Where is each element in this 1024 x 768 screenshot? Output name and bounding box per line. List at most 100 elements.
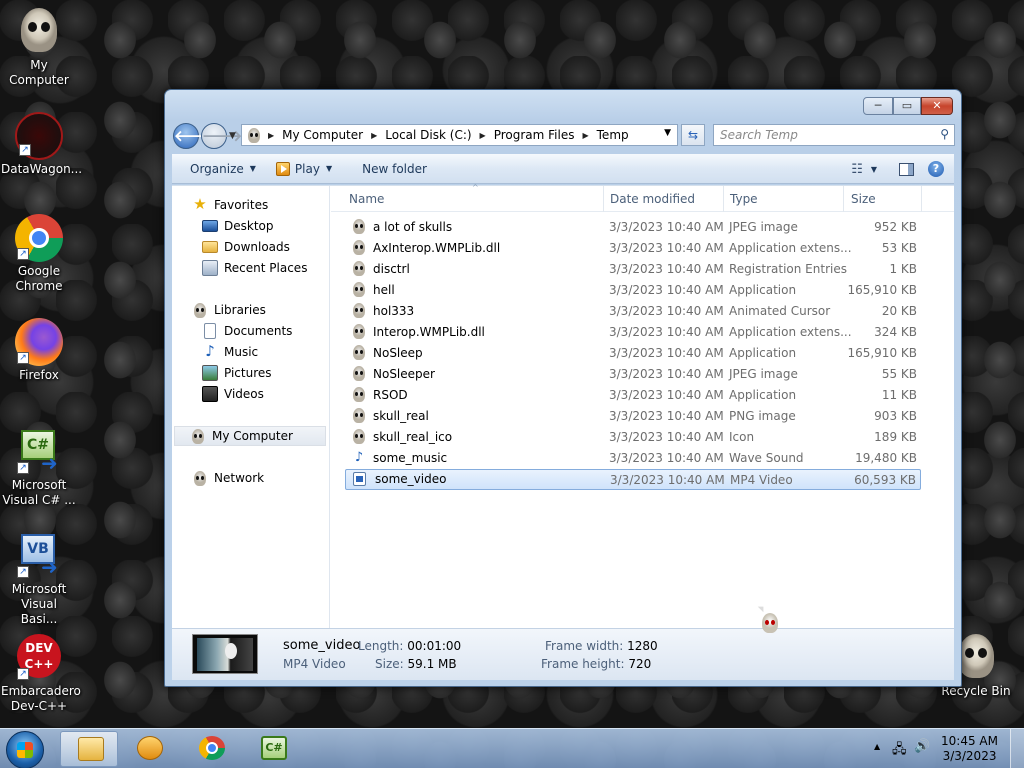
file-row[interactable]: ♪ some_music 3/3/2023 10:40 AM Wave Sound 19… bbox=[345, 448, 921, 469]
file-name-cell: disctrl bbox=[351, 261, 410, 276]
recent-pages-dropdown-icon[interactable]: ▼ bbox=[229, 131, 236, 141]
desktop-icon-my-computer[interactable]: My Computer bbox=[1, 6, 77, 88]
search-input[interactable]: Search Temp ⚲ bbox=[713, 124, 955, 146]
column-header-date[interactable]: Date modified bbox=[610, 192, 695, 206]
new-folder-button[interactable]: New folder bbox=[342, 154, 437, 183]
column-header-name[interactable]: Name bbox=[349, 192, 384, 206]
file-row[interactable]: a lot of skulls 3/3/2023 10:40 AM JPEG ima… bbox=[345, 217, 921, 238]
file-size: 165,910 KB bbox=[847, 346, 917, 360]
address-dropdown-icon[interactable]: ▼ bbox=[664, 128, 671, 138]
breadcrumb-separator-icon[interactable]: ▶ bbox=[268, 131, 274, 140]
taskbar-visual-csharp-button[interactable]: C# bbox=[244, 731, 302, 767]
nav-item-network[interactable]: Network bbox=[192, 468, 264, 488]
nav-item-music[interactable]: ♪ Music bbox=[202, 342, 258, 362]
file-name: hol333 bbox=[373, 303, 415, 318]
play-button[interactable]: Play ▼ bbox=[266, 154, 342, 183]
breadcrumb-separator-icon[interactable]: ▶ bbox=[582, 131, 588, 140]
file-name: Interop.WMPLib.dll bbox=[373, 324, 485, 339]
breadcrumb-temp[interactable]: Temp bbox=[597, 128, 629, 142]
file-row[interactable]: NoSleep 3/3/2023 10:40 AM Application 165,9… bbox=[345, 343, 921, 364]
nav-item-favorites[interactable]: ★ Favorites bbox=[192, 195, 268, 215]
refresh-button[interactable]: ⇆ bbox=[681, 124, 705, 146]
breadcrumb-my-computer[interactable]: My Computer bbox=[282, 128, 363, 142]
desktop-icon-label: My Computer bbox=[9, 58, 69, 87]
nav-item-downloads[interactable]: Downloads bbox=[202, 237, 290, 257]
show-hidden-icons-icon[interactable]: ▲ bbox=[874, 742, 880, 751]
shortcut-arrow-icon: ↗ bbox=[19, 144, 31, 156]
forward-button[interactable]: 🡒 bbox=[201, 123, 242, 149]
preview-pane-icon[interactable] bbox=[899, 162, 914, 176]
navigation-pane: ★ Favorites Desktop Downloads Recent Plac… bbox=[172, 186, 330, 628]
file-name: hell bbox=[373, 282, 395, 297]
nav-item-desktop[interactable]: Desktop bbox=[202, 216, 274, 236]
skull-icon bbox=[353, 261, 365, 276]
file-size: 903 KB bbox=[874, 409, 917, 423]
column-header-size[interactable]: Size bbox=[851, 192, 876, 206]
change-view-icon[interactable]: ☷ bbox=[851, 162, 863, 177]
desktop-icon-google-chrome[interactable]: ↗ Google Chrome bbox=[1, 214, 77, 294]
address-bar[interactable]: ▶ My Computer ▶ Local Disk (C:) ▶ Progra… bbox=[241, 124, 678, 146]
show-desktop-button[interactable] bbox=[1010, 729, 1024, 768]
organize-label: Organize bbox=[190, 161, 244, 176]
frame-width-value: 1280 bbox=[627, 639, 658, 653]
maximize-button[interactable]: ▭ bbox=[893, 97, 921, 115]
desktop-icon-visual-csharp[interactable]: C# ➜ ↗ Microsoft Visual C# ... bbox=[1, 428, 77, 508]
shortcut-arrow-icon: ↗ bbox=[17, 462, 29, 474]
desktop-icon-dev-cpp[interactable]: DEV C++ ↗ Embarcadero Dev-C++ bbox=[1, 634, 81, 714]
breadcrumb-separator-icon[interactable]: ▶ bbox=[371, 131, 377, 140]
back-button[interactable]: 🡐 bbox=[173, 123, 214, 149]
taskbar-explorer-button[interactable] bbox=[60, 731, 118, 767]
file-row[interactable]: AxInterop.WMPLib.dll 3/3/2023 10:40 AM App… bbox=[345, 238, 921, 259]
start-button[interactable] bbox=[6, 731, 44, 768]
search-icon[interactable]: ⚲ bbox=[940, 127, 949, 141]
file-row[interactable]: skull_real_ico 3/3/2023 10:40 AM Icon 189 K… bbox=[345, 427, 921, 448]
volume-icon[interactable]: 🔊 bbox=[914, 739, 930, 754]
file-date: 3/3/2023 10:40 AM bbox=[609, 220, 724, 234]
explorer-window[interactable]: ─ ▭ ✕ 🡐 🡒 ▼ ▶ My Computer ▶ Local Disk (… bbox=[164, 89, 962, 687]
nav-item-documents[interactable]: Documents bbox=[202, 321, 292, 341]
taskbar-chrome-button[interactable] bbox=[182, 731, 240, 767]
file-row[interactable]: hell 3/3/2023 10:40 AM Application 165,910 … bbox=[345, 280, 921, 301]
breadcrumb-local-disk[interactable]: Local Disk (C:) bbox=[385, 128, 471, 142]
file-type: JPEG image bbox=[729, 367, 798, 381]
file-row[interactable]: RSOD 3/3/2023 10:40 AM Application 11 KB bbox=[345, 385, 921, 406]
nav-item-pictures[interactable]: Pictures bbox=[202, 363, 272, 383]
nav-item-libraries[interactable]: Libraries bbox=[192, 300, 266, 320]
file-name: skull_real bbox=[373, 408, 429, 423]
desktop-icon bbox=[202, 220, 218, 232]
breadcrumb-program-files[interactable]: Program Files bbox=[494, 128, 575, 142]
view-controls: ☷ ▼ ? bbox=[851, 154, 944, 184]
file-row[interactable]: NoSleeper 3/3/2023 10:40 AM JPEG image 55 K… bbox=[345, 364, 921, 385]
taskbar-media-player-button[interactable] bbox=[120, 731, 178, 767]
column-header-type[interactable]: Type bbox=[730, 192, 758, 206]
skull-icon bbox=[353, 219, 365, 234]
chevron-down-icon: ▼ bbox=[249, 164, 256, 173]
music-note-icon: ♪ bbox=[354, 450, 364, 465]
organize-button[interactable]: Organize ▼ bbox=[172, 154, 266, 183]
nav-item-videos[interactable]: Videos bbox=[202, 384, 264, 404]
file-row[interactable]: hol333 3/3/2023 10:40 AM Animated Cursor 20… bbox=[345, 301, 921, 322]
desktop-icon-datawagon[interactable]: ↗ DataWagon... bbox=[1, 112, 82, 177]
desktop-icon-visual-basic[interactable]: VB ➜ ↗ Microsoft Visual Basi... bbox=[1, 532, 77, 627]
minimize-button[interactable]: ─ bbox=[863, 97, 893, 115]
nav-label: Network bbox=[214, 471, 265, 485]
chrome-icon bbox=[199, 736, 225, 760]
clock[interactable]: 10:45 AM 3/3/2023 bbox=[941, 734, 998, 764]
close-button[interactable]: ✕ bbox=[921, 97, 953, 115]
breadcrumb-separator-icon[interactable]: ▶ bbox=[480, 131, 486, 140]
details-length: Length: 00:01:00 bbox=[358, 639, 461, 653]
network-icon[interactable]: 🖧 bbox=[892, 740, 907, 762]
file-row[interactable]: skull_real 3/3/2023 10:40 AM PNG image 903 … bbox=[345, 406, 921, 427]
nav-item-my-computer[interactable]: My Computer bbox=[174, 426, 326, 446]
file-type: Application bbox=[729, 346, 797, 360]
file-type: Wave Sound bbox=[729, 451, 804, 465]
file-row[interactable]: disctrl 3/3/2023 10:40 AM Registration Ent… bbox=[345, 259, 921, 280]
file-name-cell: ♪ some_music bbox=[351, 450, 447, 466]
file-row[interactable]: some_video 3/3/2023 10:40 AM MP4 Video 60,5… bbox=[345, 469, 921, 490]
view-dropdown-icon[interactable]: ▼ bbox=[871, 165, 877, 174]
help-icon[interactable]: ? bbox=[928, 161, 944, 177]
file-row[interactable]: Interop.WMPLib.dll 3/3/2023 10:40 AM Appli… bbox=[345, 322, 921, 343]
frame-width-label: Frame width: bbox=[545, 639, 624, 653]
nav-item-recent-places[interactable]: Recent Places bbox=[202, 258, 307, 278]
desktop-icon-firefox[interactable]: ↗ Firefox bbox=[1, 318, 77, 383]
